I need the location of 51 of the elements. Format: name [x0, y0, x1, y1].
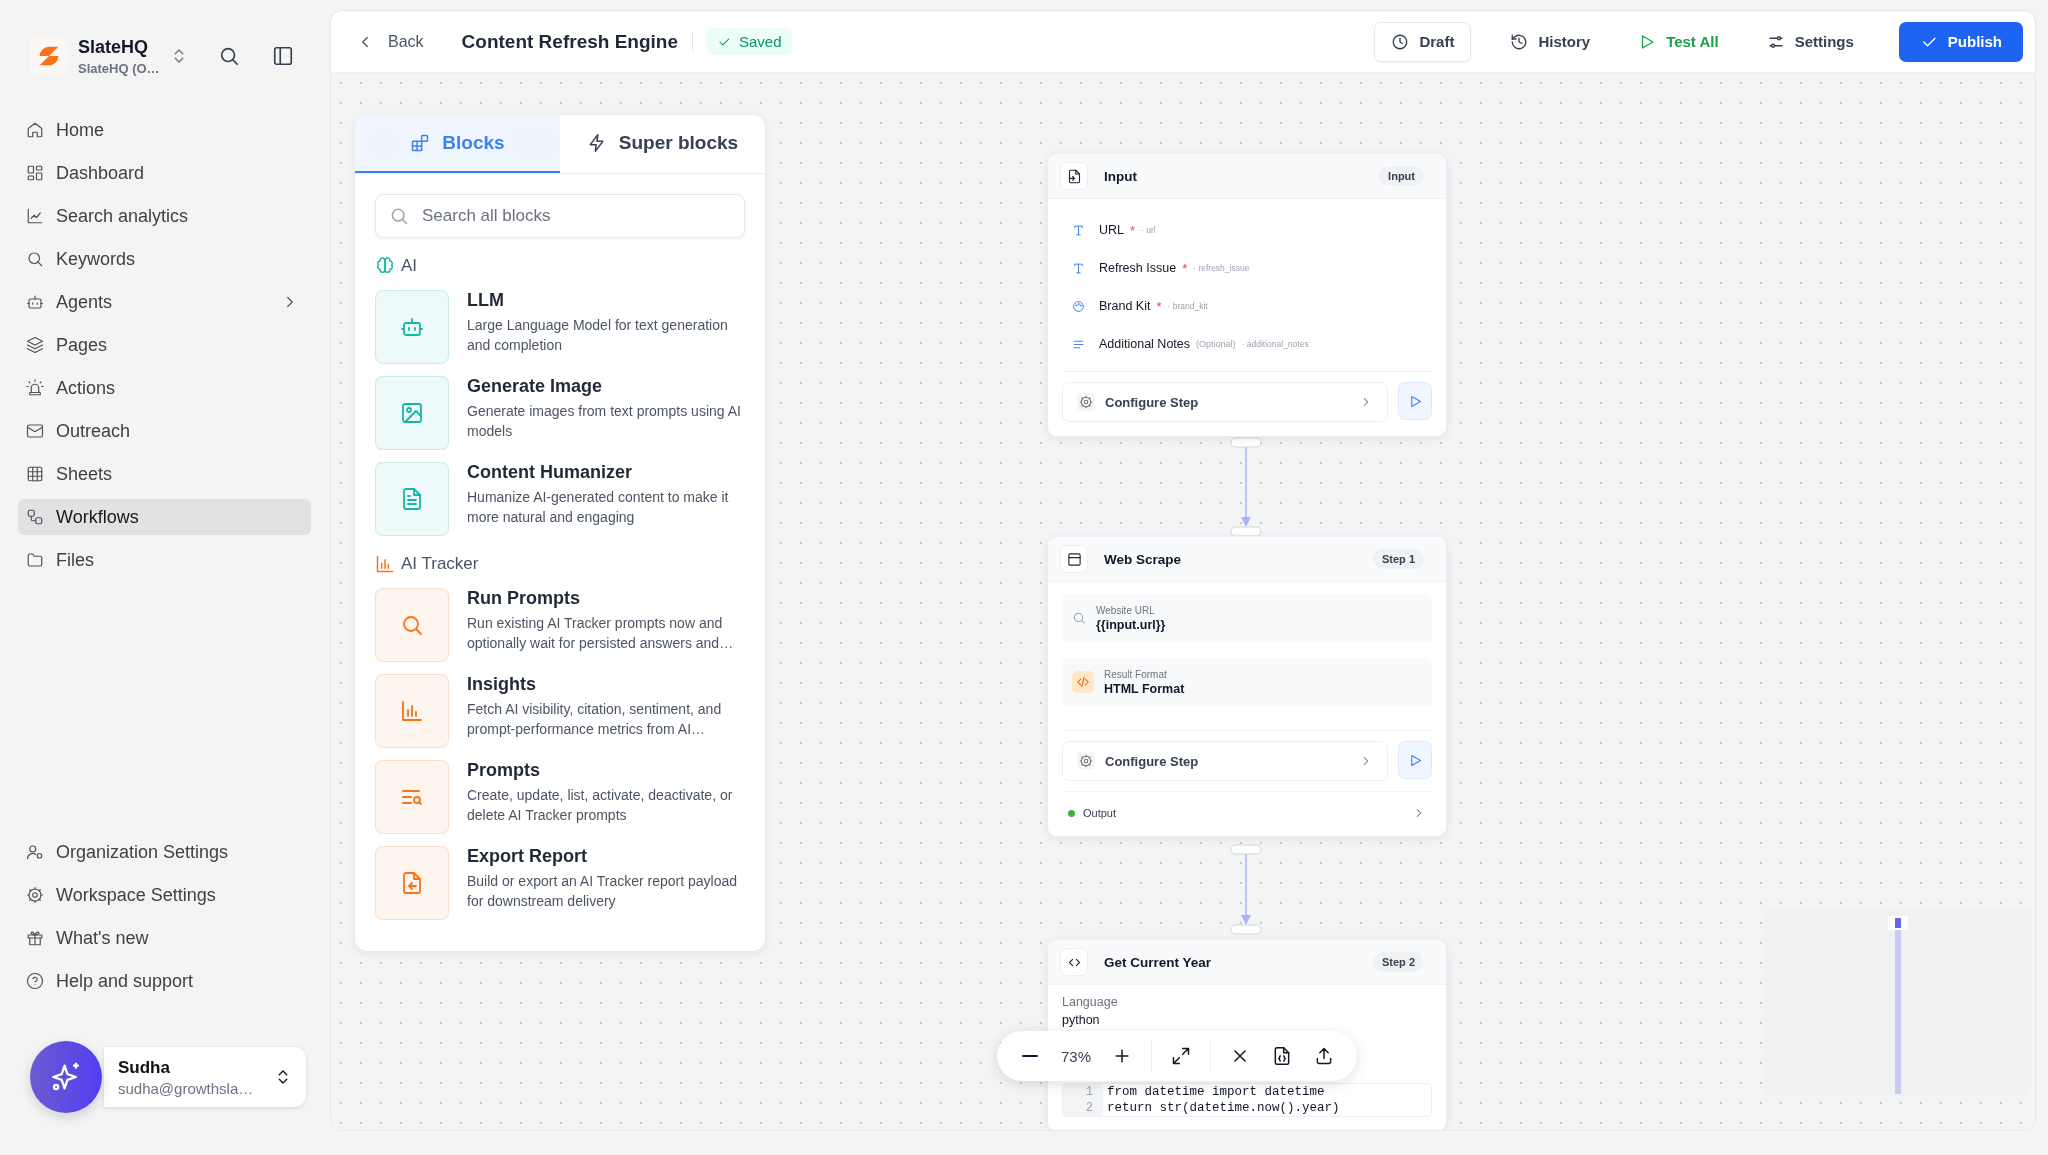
step-badge: Step 2 — [1373, 952, 1424, 972]
block-description: Build or export an AI Tracker report payload for downstream delivery — [467, 872, 739, 911]
block-description: Fetch AI visibility, citation, sentiment, and prompt-performance metrics from AI… — [467, 700, 723, 739]
setting-label: Website URL — [1096, 604, 1156, 616]
code-line: from datetime import datetime — [1106, 1085, 1325, 1099]
workflow-title: Content Refresh Engine — [461, 30, 678, 53]
node-title: Get Current Year — [1104, 954, 1213, 970]
required-mark: * — [1156, 298, 1162, 314]
block-description: Generate images from text prompts using AI models — [467, 402, 742, 441]
field-label: URL — [1099, 223, 1124, 237]
block-name: Content Humanizer — [467, 462, 633, 483]
line-number: 2 — [1063, 1100, 1103, 1116]
optional-label: (Optional) — [1196, 339, 1236, 349]
group-title: AI Tracker — [401, 554, 479, 574]
setting-label: Result Format — [1104, 668, 1168, 680]
required-mark: * — [1182, 260, 1188, 276]
setting-value: {{input.url}} — [1096, 617, 1166, 632]
block-name: Prompts — [467, 760, 541, 781]
block-name: Export Report — [467, 846, 588, 867]
block-name: Run Prompts — [467, 588, 581, 609]
language-value: python — [1062, 1013, 1101, 1027]
user-email: sudha@growthsla… — [118, 1079, 255, 1097]
language-label: Language — [1062, 995, 1119, 1009]
setting-value: HTML Format — [1104, 681, 1185, 696]
field-label: Additional Notes — [1099, 337, 1191, 351]
code-line: return str(datetime.now().year) — [1106, 1101, 1340, 1115]
required-mark: * — [1130, 222, 1136, 238]
user-name: Sudha — [118, 1057, 171, 1078]
saved-badge: Saved — [707, 28, 792, 55]
field-key: · refresh_issue — [1193, 263, 1250, 273]
step-badge: Input — [1379, 166, 1424, 186]
workspace-subtitle: SlateHQ (O… — [78, 60, 160, 76]
block-description: Create, update, list, activate, deactivate, or delete AI Tracker prompts — [467, 786, 734, 825]
field-key: · additional_notes — [1241, 339, 1309, 349]
step-badge: Step 1 — [1373, 549, 1424, 569]
block-description: Large Language Model for text generation and completion — [467, 316, 729, 355]
zoom-level: 73% — [1060, 1047, 1093, 1065]
field-label: Refresh Issue — [1099, 261, 1177, 275]
line-number: 1 — [1063, 1084, 1103, 1100]
field-key: · brand_kit — [1167, 301, 1208, 311]
node-title: Web Scrape — [1104, 551, 1183, 567]
block-name: Generate Image — [467, 376, 604, 397]
node-title: Input — [1104, 168, 1138, 184]
workspace-name: SlateHQ — [78, 36, 150, 58]
group-title: AI — [401, 256, 418, 276]
field-key: · url — [1141, 225, 1156, 235]
block-description: Humanize AI-generated content to make it more natural and engaging — [467, 488, 730, 527]
block-name: LLM — [467, 290, 505, 311]
block-name: Insights — [467, 674, 537, 695]
field-label: Brand Kit — [1099, 299, 1151, 313]
block-description: Run existing AI Tracker prompts now and optionally wait for persisted answers and… — [467, 614, 735, 653]
